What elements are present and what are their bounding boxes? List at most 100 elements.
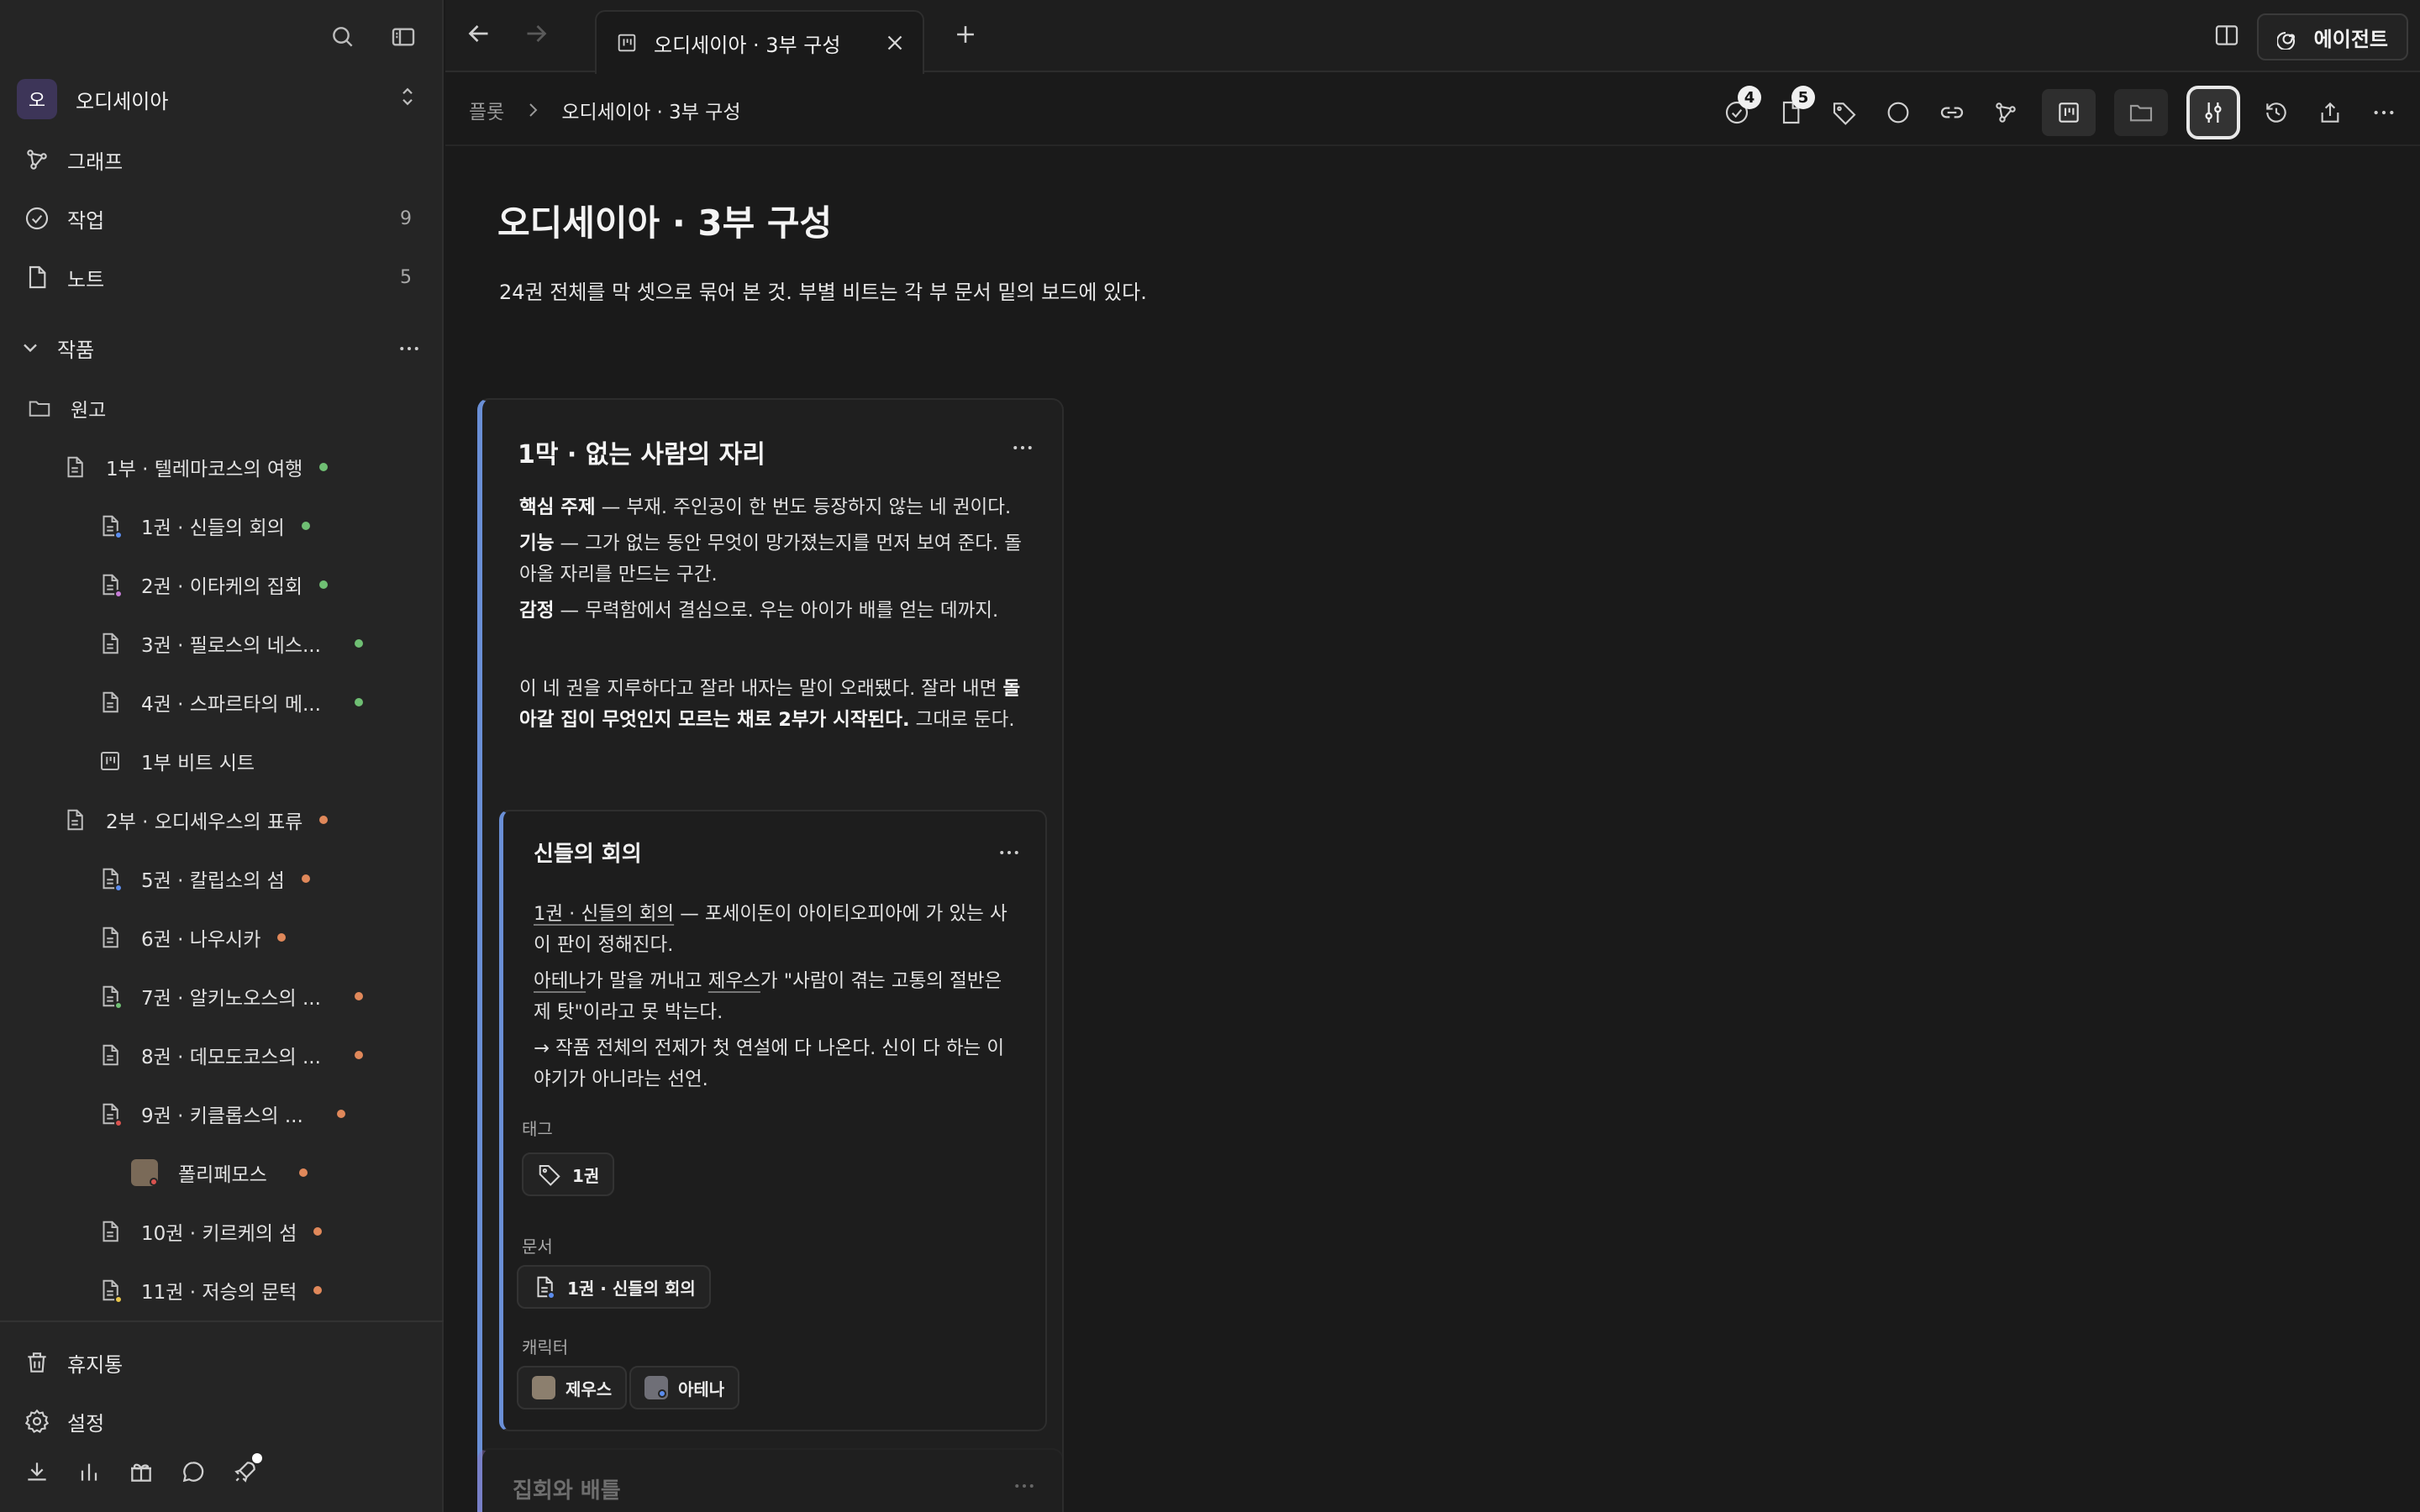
beat-card-body[interactable]: 1권 · 신들의 회의 — 포세이돈이 아이티오피아에 가 있는 사이 판이 정… [534,899,1021,1100]
status-dot [319,463,329,471]
tree-item-label: 9권 · 키클롭스의 ... [141,1105,303,1127]
nav-graph[interactable]: 그래프 [24,139,418,180]
beat-card-title[interactable]: 신들의 회의 [534,837,642,868]
notes-button[interactable]: 5 [1773,86,1815,136]
nav-notes[interactable]: 노트 5 [24,257,418,297]
more-icon[interactable] [1010,435,1035,464]
agent-button-label: 에이전트 [2313,27,2388,51]
page-description[interactable]: 24권 전체를 막 셋으로 묶어 본 것. 부별 비트는 각 부 문서 밑의 보… [499,276,1147,305]
nav-notes-label: 노트 [67,267,105,291]
share-icon[interactable] [2312,89,2348,136]
status-dot [354,992,363,1000]
beat-card[interactable]: 신들의 회의 1권 · 신들의 회의 — 포세이돈이 아이티오피아에 가 있는 … [499,810,1047,1431]
breadcrumb-root[interactable]: 플롯 [469,96,504,124]
tree-item-book6[interactable]: 6권 · 나우시카 [97,917,287,958]
tree-item-book9[interactable]: 9권 · 키클롭스의 ... [97,1094,345,1134]
tree-item-book7[interactable]: 7권 · 알키노오스의 ... [97,976,363,1016]
doc-icon [97,865,123,892]
sidebar: 오 오디세이아 그래프 작업 9 노트 5 작품 원고 1부 · 텔레마코스의 … [0,0,444,1512]
character-link-zeus[interactable]: 제우스 [708,970,760,992]
forward-arrow-icon[interactable] [521,18,551,49]
tags-label: 태그 [522,1119,553,1139]
doc-link[interactable]: 1권 · 신들의 회의 [534,903,674,925]
card2-title[interactable]: 집회와 배틀 [513,1473,621,1504]
tree-item-beat-sheet[interactable]: 1부 비트 시트 [97,741,255,781]
tree-item-book3[interactable]: 3권 · 필로스의 네스... [97,623,363,664]
graph-icon[interactable] [1988,89,2023,136]
tasks-button[interactable]: 4 [1719,86,1761,136]
bar-chart-icon[interactable] [76,1458,103,1485]
agent-button[interactable]: 에이전트 [2256,13,2408,60]
character-link-athena[interactable]: 아테나 [534,970,586,992]
workspace-switcher[interactable]: 오 오디세이아 [17,79,420,119]
status-dot [354,698,363,706]
status-circle-icon[interactable] [1881,89,1916,136]
more-icon[interactable] [2366,89,2402,136]
tree-item-book10[interactable]: 10권 · 키르케의 섬 [97,1211,323,1252]
nav-tasks[interactable]: 작업 9 [24,198,418,239]
emotion-label: 감정 [519,600,555,622]
tree-item-book1[interactable]: 1권 · 신들의 회의 [97,506,310,546]
tree-item-part1[interactable]: 1부 · 텔레마코스의 여행 [62,447,329,487]
act-card[interactable]: 1막 · 없는 사람의 자리 핵심 주제 — 부재. 주인공이 한 번도 등장하… [477,398,1064,1512]
chat-icon[interactable] [180,1458,207,1485]
tree-item-part2[interactable]: 2부 · 오디세우스의 표류 [62,800,329,840]
back-arrow-icon[interactable] [464,18,494,49]
chevron-down-icon [24,344,37,353]
search-icon[interactable] [326,20,360,54]
tree-item-label: 1부 · 텔레마코스의 여행 [106,459,303,480]
character-chip-athena[interactable]: 아테나 [629,1366,740,1410]
sidebar-toggle-icon[interactable] [387,20,420,54]
tag-icon[interactable] [1827,89,1862,136]
more-icon[interactable] [997,840,1022,869]
character-chip-label: 제우스 [566,1378,613,1399]
document-chip[interactable]: 1권 · 신들의 회의 [517,1265,711,1309]
status-dot [301,522,310,530]
tag-chip-label: 1권 [572,1165,600,1186]
card-title[interactable]: 1막 · 없는 사람의 자리 [518,433,765,470]
card-body[interactable]: 핵심 주제 — 부재. 주인공이 한 번도 등장하지 않는 네 권이다. 기능 … [519,492,1023,741]
gift-icon[interactable] [128,1458,155,1485]
tree-item-book4[interactable]: 4권 · 스파르타의 메... [97,682,363,722]
tree-item-manuscript[interactable]: 원고 [27,388,106,428]
folder-view-button[interactable] [2114,89,2168,136]
graph-icon [27,150,47,170]
split-view-icon[interactable] [2213,22,2240,52]
tree-item-polyphemus[interactable]: 폴리페모스 [131,1152,308,1193]
doc-icon [532,1274,557,1299]
emotion-text: — 무력함에서 결심으로. 우는 아이가 배를 얻는 데까지. [554,600,999,622]
workspace-name: 오디세이아 [76,89,169,113]
theme-label: 핵심 주제 [519,496,596,518]
status-dot [277,933,287,942]
download-icon[interactable] [24,1458,50,1485]
card-emotion: 감정 — 무력함에서 결심으로. 우는 아이가 배를 얻는 데까지. [519,596,1023,627]
nav-settings[interactable]: 설정 [24,1401,418,1441]
tree-item-book2[interactable]: 2권 · 이타케의 집회 [97,564,328,605]
nav-trash[interactable]: 휴지통 [24,1342,418,1383]
character-chip-zeus[interactable]: 제우스 [517,1366,628,1410]
characters-label: 캐릭터 [522,1337,569,1357]
spiral-icon [2276,31,2295,50]
section-works[interactable]: 작품 [18,331,422,365]
doc-icon [62,454,87,480]
more-icon[interactable] [1012,1473,1037,1502]
link-icon[interactable] [1934,89,1970,136]
history-icon[interactable] [2259,89,2294,136]
plus-icon[interactable] [951,20,980,52]
tree-item-label: 11권 · 저승의 문턱 [141,1282,297,1304]
rocket-icon[interactable] [232,1453,262,1485]
page-title[interactable]: 오디세이아 · 3부 구성 [497,195,832,246]
tree-item-book11[interactable]: 11권 · 저승의 문턱 [97,1270,323,1310]
doc-icon [97,571,123,598]
status-dot [354,1051,363,1059]
board-view-button[interactable] [2042,89,2096,136]
adjustments-button[interactable] [2186,86,2240,139]
tree-item-book8[interactable]: 8권 · 데모도코스의 ... [97,1035,363,1075]
close-icon[interactable] [882,30,908,59]
more-icon[interactable] [397,336,422,366]
tab-active[interactable]: 오디세이아 · 3부 구성 [595,10,924,74]
tree-item-book5[interactable]: 5권 · 칼립소의 섬 [97,858,310,899]
act-card-2[interactable]: 집회와 배틀 [477,1448,1064,1512]
breadcrumb-current[interactable]: 오디세이아 · 3부 구성 [561,96,740,124]
tag-chip[interactable]: 1권 [522,1152,615,1196]
